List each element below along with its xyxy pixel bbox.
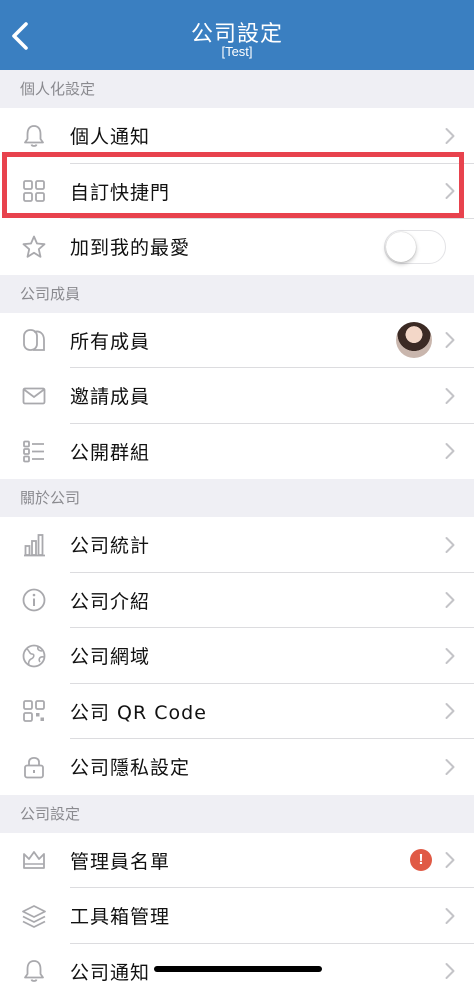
- row-company-qr-code[interactable]: 公司 QR Code: [0, 683, 474, 740]
- list-icon: [0, 424, 70, 480]
- star-icon: [0, 219, 70, 275]
- row-add-to-favorites[interactable]: 加到我的最愛: [0, 219, 474, 275]
- row-label: 邀請成員: [70, 386, 151, 409]
- bell-icon: [0, 108, 70, 164]
- chevron-right-icon: [445, 387, 455, 404]
- section-header: 公司設定: [0, 794, 474, 833]
- chevron-right-icon: [445, 647, 455, 664]
- row-company-privacy[interactable]: 公司隱私設定: [0, 739, 474, 795]
- envelope-icon: [0, 368, 70, 424]
- info-icon: [0, 573, 70, 629]
- chevron-right-icon: [445, 536, 455, 553]
- home-indicator: [154, 966, 322, 972]
- bar-chart-icon: [0, 517, 70, 573]
- row-label: 公司統計: [70, 535, 151, 558]
- row-label: 自訂快捷門: [70, 181, 171, 204]
- settings-list: 個人化設定個人通知自訂快捷門加到我的最愛 公司成員 所有成員邀請成員公開群組關於公司…: [0, 70, 474, 984]
- row-company-intro[interactable]: 公司介紹: [0, 572, 474, 629]
- row-label: 個人通知: [70, 126, 151, 149]
- chevron-right-icon: [445, 963, 455, 980]
- row-company-domain[interactable]: 公司網域: [0, 628, 474, 684]
- row-all-members[interactable]: 所有成員: [0, 312, 474, 369]
- globe-icon: [0, 628, 70, 684]
- chevron-right-icon: [445, 907, 455, 924]
- favorite-toggle[interactable]: [384, 229, 446, 264]
- section-header: 個人化設定: [0, 70, 474, 108]
- chevron-right-icon: [445, 852, 455, 869]
- row-company-notification[interactable]: 公司通知: [0, 943, 474, 984]
- chevron-right-icon: [445, 127, 455, 144]
- row-label: 公開群組: [70, 441, 151, 464]
- members-icon: [0, 313, 70, 369]
- row-custom-shortcut[interactable]: 自訂快捷門: [0, 163, 474, 220]
- chevron-right-icon: [445, 592, 455, 609]
- row-admin-list[interactable]: 管理員名單!: [0, 832, 474, 889]
- chevron-right-icon: [445, 443, 455, 460]
- row-company-stats[interactable]: 公司統計: [0, 517, 474, 573]
- crown-icon: [0, 833, 70, 889]
- chevron-right-icon: [445, 758, 455, 775]
- row-label: 公司網域: [70, 646, 151, 669]
- lock-icon: [0, 739, 70, 795]
- row-label: 公司介紹: [70, 590, 151, 613]
- section-header: 公司成員: [0, 274, 474, 313]
- chevron-right-icon: [445, 703, 455, 720]
- toggle-knob: [386, 231, 416, 262]
- chevron-right-icon: [445, 183, 455, 200]
- avatar: [396, 322, 432, 359]
- row-public-groups[interactable]: 公開群組: [0, 423, 474, 480]
- row-personal-notification[interactable]: 個人通知: [0, 108, 474, 164]
- row-label: 工具箱管理: [70, 906, 171, 929]
- nav-header: 公司設定 [Test]: [0, 0, 474, 70]
- grid-icon: [0, 164, 70, 220]
- row-invite-members[interactable]: 邀請成員: [0, 368, 474, 424]
- qr-code-icon: [0, 684, 70, 740]
- row-label: 公司 QR Code: [70, 701, 207, 724]
- bell-icon: [0, 944, 70, 984]
- row-label: 公司隱私設定: [70, 757, 191, 780]
- section-header: 關於公司: [0, 479, 474, 517]
- row-toolbox-management[interactable]: 工具箱管理: [0, 888, 474, 944]
- page-subtitle: [Test]: [221, 44, 253, 59]
- layers-icon: [0, 888, 70, 944]
- chevron-right-icon: [445, 332, 455, 349]
